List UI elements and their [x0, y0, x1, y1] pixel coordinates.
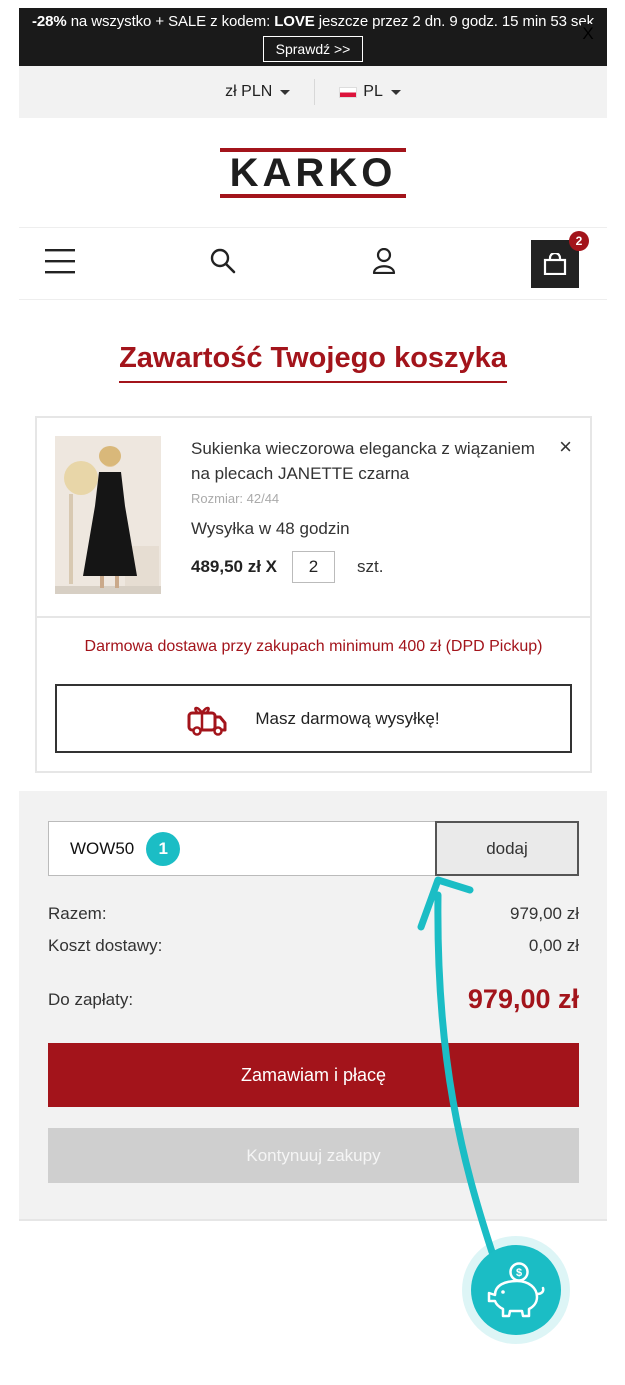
shipping-cost-value: 0,00 zł: [528, 936, 579, 955]
product-name[interactable]: Sukienka wieczorowa elegancka z wiązanie…: [191, 436, 551, 486]
subtotal-label: Razem:: [48, 904, 107, 923]
free-shipping-box: Darmowa dostawa przy zakupach minimum 40…: [37, 616, 590, 771]
promo-text: -28% na wszystko + SALE z kodem: LOVE je…: [19, 12, 607, 32]
logo-text: KARKO: [229, 150, 397, 195]
cart-button[interactable]: 2: [530, 230, 589, 288]
total-row: Do zapłaty: 979,00 zł: [48, 984, 579, 1015]
product-image[interactable]: [55, 436, 161, 594]
poland-flag-icon: [339, 86, 358, 98]
coupon-value: WOW50: [70, 838, 135, 858]
shipping-cost-row: Koszt dostawy: 0,00 zł: [48, 936, 579, 956]
price-row: 489,50 zł X 2 szt.: [191, 551, 551, 583]
remove-item-icon[interactable]: ×: [559, 434, 572, 460]
product-price: 489,50 zł X: [191, 557, 278, 576]
piggy-bank-circle: $: [471, 1245, 561, 1335]
search-icon[interactable]: [210, 248, 236, 279]
subtotal-row: Razem: 979,00 zł: [48, 904, 579, 924]
user-icon[interactable]: [372, 247, 396, 279]
quantity-unit: szt.: [357, 557, 384, 576]
cart-item-card: Sukienka wieczorowa elegancka z wiązanie…: [35, 416, 592, 773]
coupon-input[interactable]: WOW50 1: [48, 821, 435, 876]
order-summary: WOW50 1 dodaj Razem: 979,00 zł Koszt dos…: [19, 791, 607, 1221]
subtotal-value: 979,00 zł: [510, 904, 579, 923]
language-selector[interactable]: PL: [315, 83, 425, 101]
total-label: Do zapłaty:: [48, 989, 134, 1009]
delivery-truck-gift-icon: [187, 706, 227, 736]
quantity-input[interactable]: 2: [292, 551, 336, 583]
shipping-cost-label: Koszt dostawy:: [48, 936, 163, 955]
free-shipping-status: Masz darmową wysyłkę!: [55, 684, 572, 753]
promo-discount: -28%: [32, 13, 67, 30]
page-title: Zawartość Twojego koszyka: [119, 342, 507, 383]
promo-bar: -28% na wszystko + SALE z kodem: LOVE je…: [19, 8, 607, 66]
add-coupon-button[interactable]: dodaj: [435, 821, 579, 876]
coupon-form: WOW50 1 dodaj: [48, 821, 579, 876]
promo-code: LOVE: [274, 13, 315, 30]
cart-count-badge: 2: [568, 230, 589, 251]
promo-close-icon[interactable]: X: [581, 24, 595, 44]
promo-text-mid: na wszystko + SALE z kodem:: [66, 13, 275, 30]
place-order-button[interactable]: Zamawiam i płacę: [48, 1043, 579, 1107]
title-area: Zawartość Twojego koszyka: [19, 300, 607, 416]
locale-bar: zł PLN PL: [19, 66, 607, 118]
free-shipping-note: Darmowa dostawa przy zakupach minimum 40…: [84, 638, 543, 655]
shopping-bag-icon: [543, 252, 567, 275]
promo-check-button[interactable]: Sprawdź >>: [262, 36, 364, 62]
caret-down-icon: [280, 89, 291, 95]
svg-text:$: $: [516, 1267, 522, 1279]
page-shell: -28% na wszystko + SALE z kodem: LOVE je…: [19, 8, 607, 1221]
menu-icon[interactable]: [45, 248, 75, 279]
language-label: PL: [363, 83, 383, 100]
product-size: Rozmiar: 42/44: [191, 491, 280, 506]
karko-logo[interactable]: KARKO: [220, 147, 406, 198]
piggy-bank-badge[interactable]: $: [462, 1236, 570, 1344]
continue-shopping-button[interactable]: Kontynuuj zakupy: [48, 1128, 579, 1183]
cart-item: Sukienka wieczorowa elegancka z wiązanie…: [37, 418, 590, 616]
free-shipping-label: Masz darmową wysyłkę!: [255, 708, 440, 728]
piggy-bank-coin-icon: $: [487, 1262, 545, 1318]
promo-countdown: jeszcze przez 2 dn. 9 godz. 15 min 53 se…: [314, 13, 594, 30]
icon-nav: 2: [19, 228, 607, 300]
header-logo-area: KARKO: [19, 118, 607, 228]
caret-down-icon: [390, 89, 401, 95]
product-shipping-time: Wysyłka w 48 godzin: [191, 519, 350, 538]
product-info: Sukienka wieczorowa elegancka z wiązanie…: [191, 436, 551, 616]
currency-selector[interactable]: zł PLN: [201, 83, 314, 101]
total-value: 979,00 zł: [467, 984, 579, 1014]
step-number-badge: 1: [146, 831, 181, 866]
currency-label: zł PLN: [225, 83, 273, 100]
